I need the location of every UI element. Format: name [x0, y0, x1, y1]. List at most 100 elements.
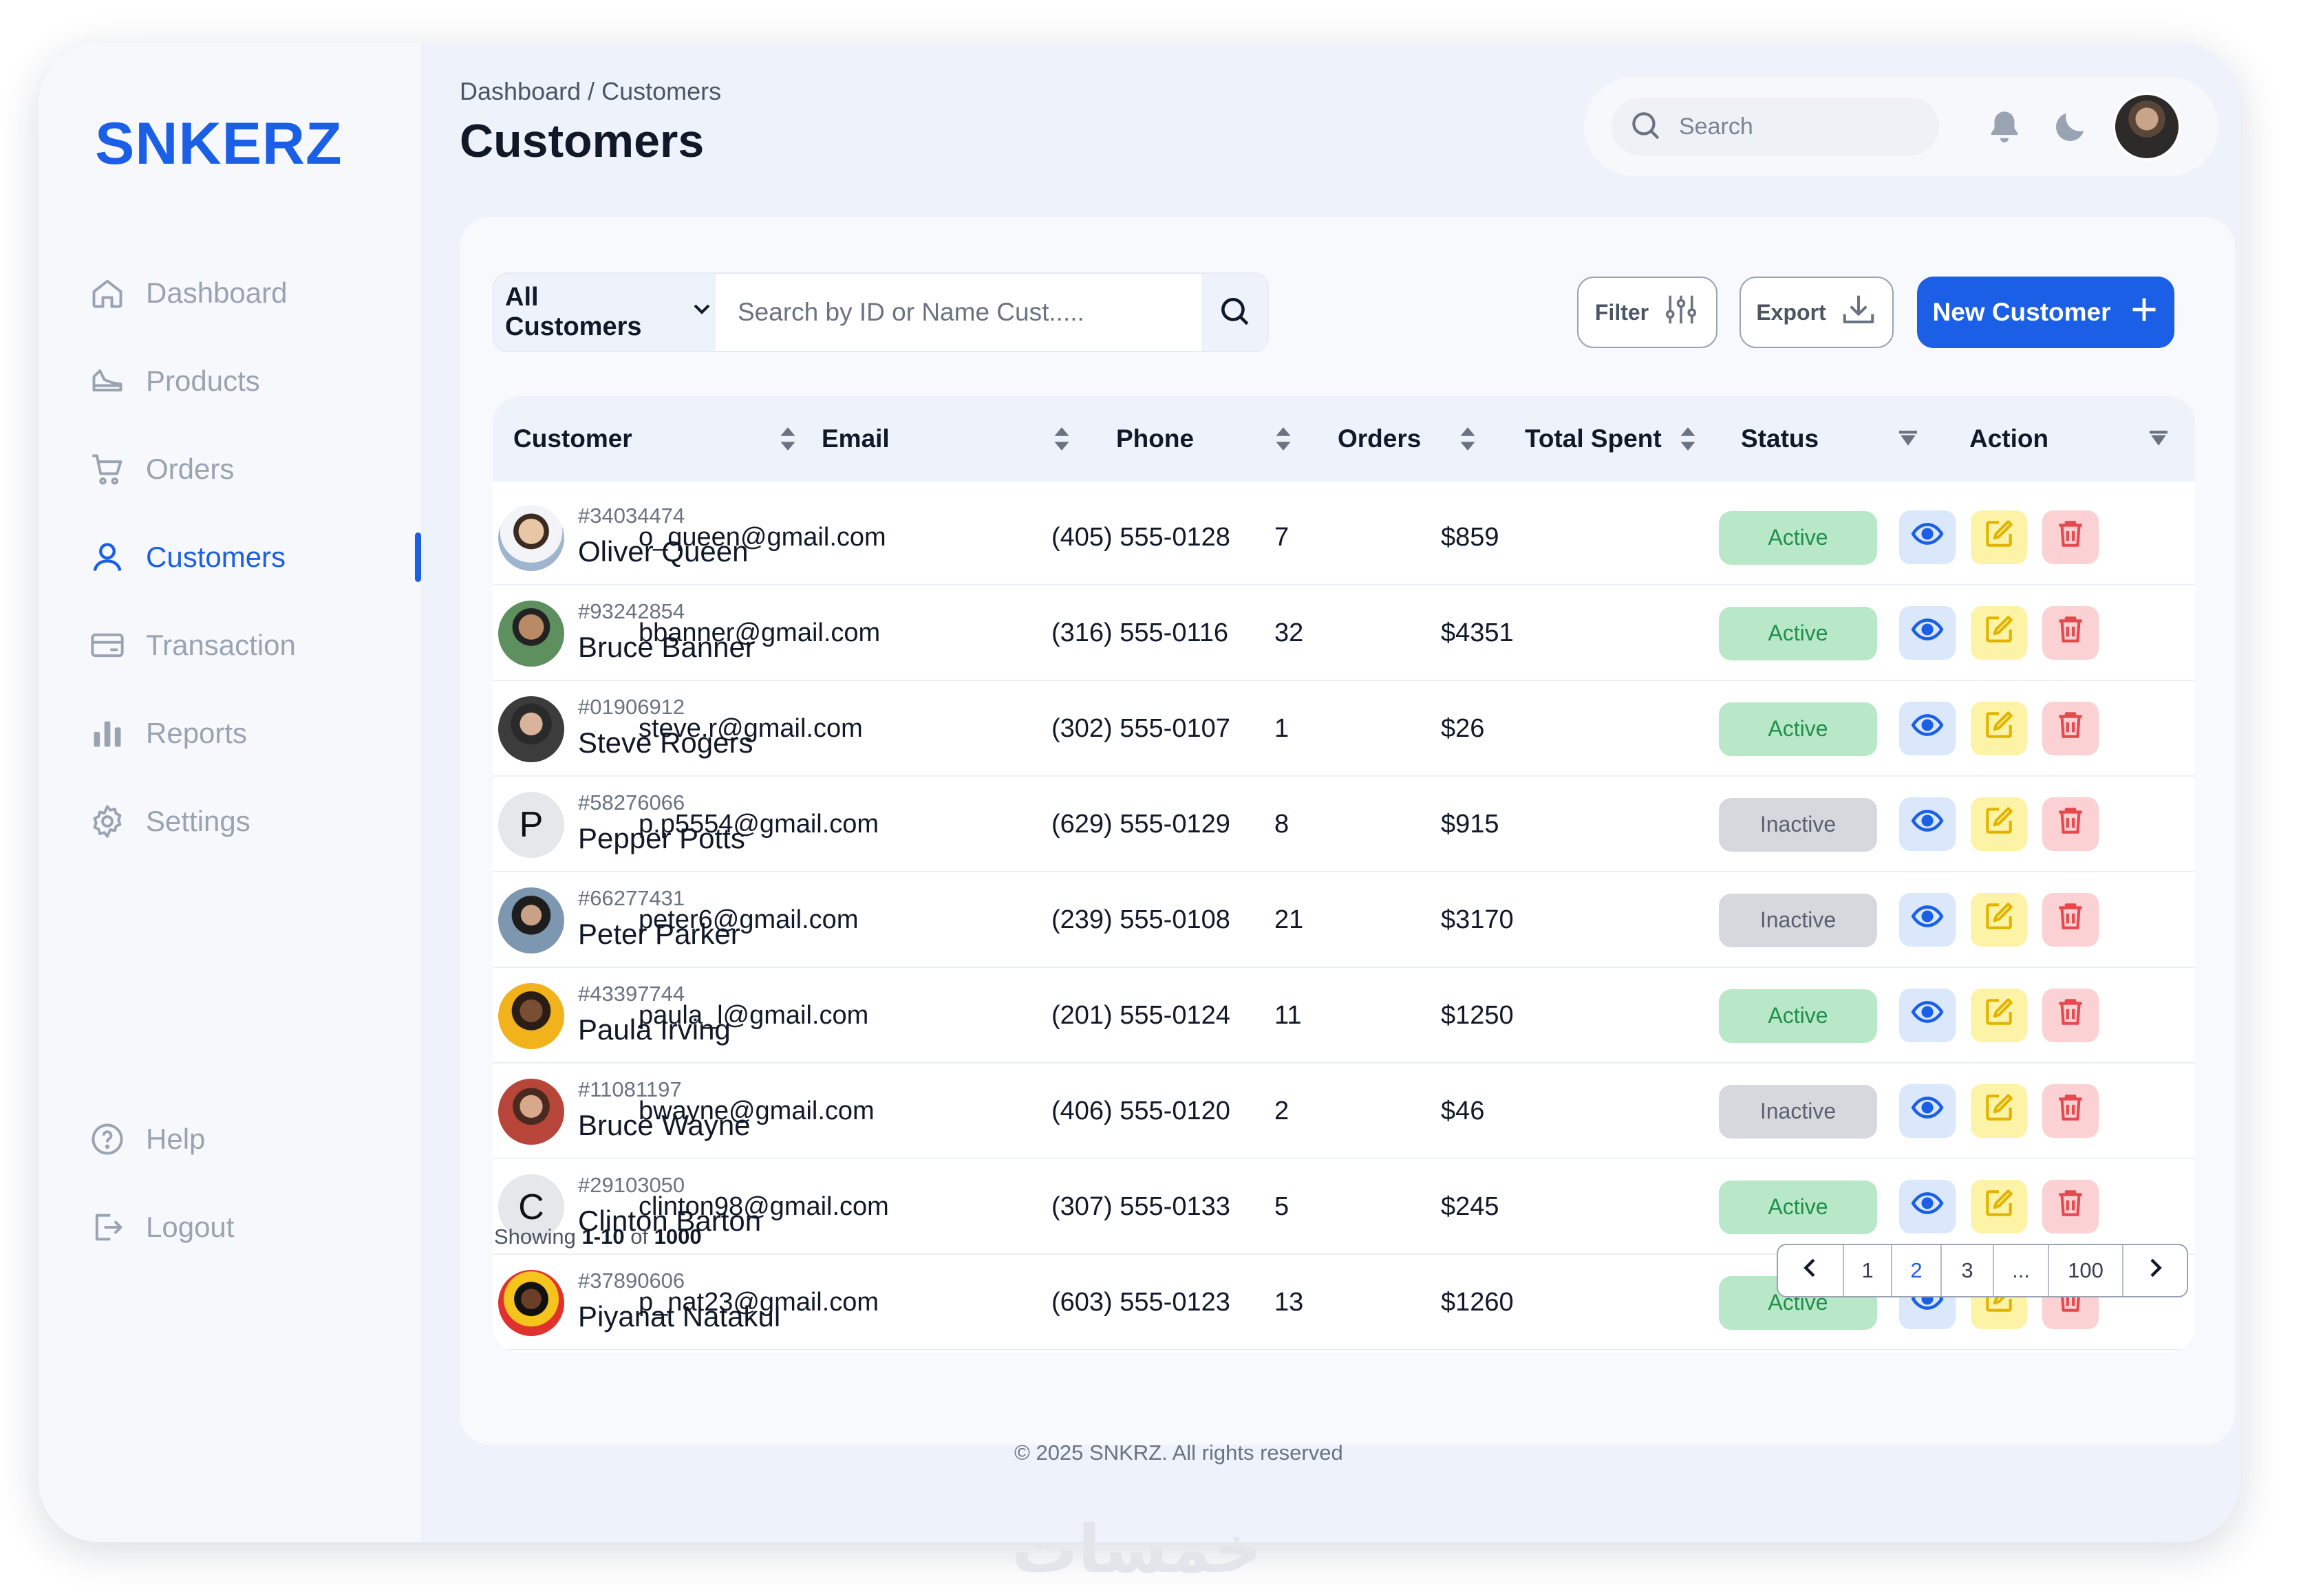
brand-logo: SNKERZ: [95, 111, 343, 177]
bell-icon[interactable]: [1980, 103, 2029, 151]
sidebar-item-products[interactable]: Products: [88, 337, 421, 425]
orders-text: 11: [1274, 1001, 1302, 1030]
sidebar-item-dashboard[interactable]: Dashboard: [88, 249, 421, 337]
column-header-customer[interactable]: Customer: [513, 396, 795, 482]
table-row: #43397744 Paula Irving paula_l@gmail.com…: [493, 968, 2195, 1064]
column-header-phone[interactable]: Phone: [1116, 396, 1323, 482]
edit-button[interactable]: [1971, 702, 2027, 755]
email-text: peter6@gmail.com: [639, 905, 859, 934]
status-badge: Inactive: [1719, 893, 1877, 947]
customers-card: All Customers Filter Export New Custo: [460, 217, 2235, 1445]
phone-cell: (629) 555-0129: [1051, 777, 1230, 872]
edit-button[interactable]: [1971, 893, 2027, 947]
export-button[interactable]: Export: [1740, 277, 1894, 348]
phone-text: (629) 555-0129: [1051, 810, 1230, 839]
view-button[interactable]: [1899, 510, 1956, 564]
global-search[interactable]: [1612, 98, 1939, 155]
column-header-status[interactable]: Status: [1741, 396, 1920, 482]
phone-cell: (201) 555-0124: [1051, 968, 1230, 1064]
view-button[interactable]: [1899, 702, 1956, 755]
delete-button[interactable]: [2042, 893, 2099, 947]
column-header-email[interactable]: Email: [822, 396, 1097, 482]
sidebar-item-reports[interactable]: Reports: [88, 689, 421, 777]
delete-button[interactable]: [2042, 1180, 2099, 1233]
global-search-input[interactable]: [1679, 113, 1913, 140]
edit-button[interactable]: [1971, 606, 2027, 660]
avatar: [498, 505, 564, 571]
total-spent-cell: $915: [1441, 777, 1499, 872]
column-label: Customer: [513, 424, 632, 453]
prev-page-button[interactable]: [1778, 1245, 1844, 1296]
page-button[interactable]: 100: [2049, 1245, 2123, 1296]
sort-icon: [1274, 426, 1292, 452]
sidebar-item-transaction[interactable]: Transaction: [88, 601, 421, 689]
moon-icon[interactable]: [2046, 103, 2095, 151]
table-header: Customer Email Phone Orders Total Spent …: [493, 396, 2195, 482]
edit-button[interactable]: [1971, 989, 2027, 1042]
sidebar-item-logout[interactable]: Logout: [88, 1183, 421, 1271]
search-button[interactable]: [1201, 274, 1267, 351]
sidebar-item-customers[interactable]: Customers: [88, 513, 421, 601]
trash-icon: [2053, 517, 2088, 558]
view-button[interactable]: [1899, 606, 1956, 660]
sidebar: SNKERZ Dashboard Products Orders Custome…: [39, 43, 421, 1542]
phone-cell: (307) 555-0133: [1051, 1159, 1230, 1255]
orders-cell: 8: [1274, 777, 1289, 872]
column-header-action[interactable]: Action: [1969, 396, 2176, 482]
edit-button[interactable]: [1971, 1180, 2027, 1233]
total-spent-text: $26: [1441, 714, 1485, 743]
sidebar-item-label: Settings: [146, 805, 250, 837]
page-button[interactable]: 3: [1942, 1245, 1994, 1296]
email-text: bbanner@gmail.com: [639, 618, 881, 647]
eye-icon: [1910, 517, 1945, 558]
delete-button[interactable]: [2042, 702, 2099, 755]
edit-button[interactable]: [1971, 797, 2027, 851]
page-button-current[interactable]: 2: [1892, 1245, 1942, 1296]
sidebar-item-help[interactable]: Help: [88, 1095, 421, 1183]
sort-icon: [1053, 426, 1071, 452]
customer-search-input[interactable]: [738, 298, 1178, 327]
edit-icon: [1982, 1186, 2016, 1227]
app-window: SNKERZ Dashboard Products Orders Custome…: [39, 43, 2240, 1542]
sidebar-item-settings[interactable]: Settings: [88, 777, 421, 865]
edit-icon: [1982, 517, 2016, 558]
email-text: bwayne@gmail.com: [639, 1097, 875, 1125]
view-button[interactable]: [1899, 797, 1956, 851]
showing-range: 1-10: [581, 1225, 625, 1249]
total-spent-cell: $4351: [1441, 585, 1514, 681]
filter-button[interactable]: Filter: [1577, 277, 1717, 348]
sort-icon: [1459, 426, 1477, 452]
column-header-total-spent[interactable]: Total Spent: [1525, 396, 1731, 482]
status-badge: Active: [1719, 1180, 1877, 1234]
edit-button[interactable]: [1971, 1084, 2027, 1138]
delete-button[interactable]: [2042, 989, 2099, 1042]
view-button[interactable]: [1899, 1180, 1956, 1233]
total-spent-text: $1250: [1441, 1001, 1514, 1030]
delete-button[interactable]: [2042, 1084, 2099, 1138]
email-text: clinton98@gmail.com: [639, 1192, 889, 1221]
orders-cell: 1: [1274, 681, 1289, 777]
new-customer-button[interactable]: New Customer: [1917, 277, 2174, 348]
sidebar-item-orders[interactable]: Orders: [88, 425, 421, 513]
showing-prefix: Showing: [494, 1225, 582, 1249]
customer-segment-dropdown[interactable]: All Customers: [494, 274, 716, 351]
page-button[interactable]: 1: [1844, 1245, 1892, 1296]
customers-table: Customer Email Phone Orders Total Spent …: [493, 396, 2195, 1352]
next-page-button[interactable]: [2123, 1245, 2187, 1296]
view-button[interactable]: [1899, 893, 1956, 947]
eye-icon: [1910, 1090, 1945, 1132]
delete-button[interactable]: [2042, 606, 2099, 660]
sidebar-item-label: Help: [146, 1123, 206, 1155]
sidebar-item-label: Products: [146, 365, 260, 397]
view-button[interactable]: [1899, 989, 1956, 1042]
total-spent-text: $915: [1441, 810, 1499, 839]
avatar[interactable]: [2112, 92, 2181, 161]
view-button[interactable]: [1899, 1084, 1956, 1138]
delete-button[interactable]: [2042, 510, 2099, 564]
delete-button[interactable]: [2042, 797, 2099, 851]
plus-icon: [2111, 294, 2159, 331]
gear-icon: [88, 802, 127, 841]
column-header-orders[interactable]: Orders: [1338, 396, 1489, 482]
edit-button[interactable]: [1971, 510, 2027, 564]
phone-text: (405) 555-0128: [1051, 523, 1230, 552]
